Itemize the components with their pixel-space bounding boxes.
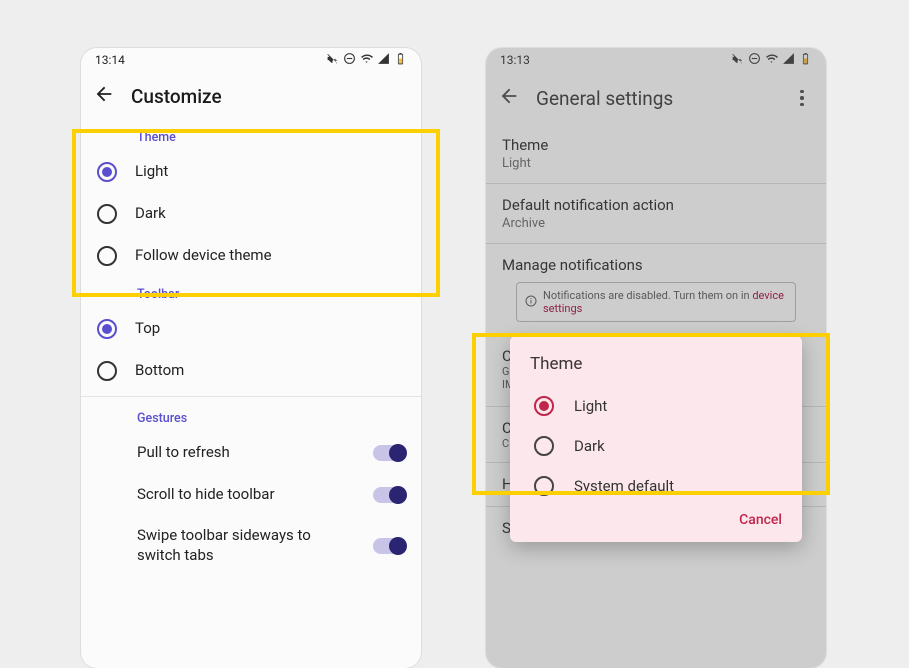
radio-icon [534,396,554,416]
radio-icon [97,361,117,381]
dialog-option-system[interactable]: System default [530,466,792,506]
radio-icon [97,162,117,182]
option-label: Top [135,319,405,339]
status-icons [326,52,407,68]
switch-pull-refresh[interactable]: Pull to refresh [81,432,421,474]
app-bar: Customize [81,72,421,120]
status-time: 13:14 [95,53,125,67]
dialog-actions: Cancel [530,506,792,532]
option-label: Light [574,397,607,415]
phone-customize: 13:14 Customize Theme [81,48,421,668]
theme-option-follow[interactable]: Follow device theme [81,235,421,277]
toolbar-option-top[interactable]: Top [81,308,421,350]
page-title: Customize [131,85,409,108]
option-label: Light [135,162,405,182]
option-label: Bottom [135,361,405,381]
dnd-icon [343,52,356,68]
phone-general-settings: 13:13 General settings Theme Light Defau… [486,48,826,668]
option-label: System default [574,477,674,495]
radio-icon [97,204,117,224]
theme-option-light[interactable]: Light [81,151,421,193]
section-header-gestures: Gestures [81,401,421,432]
mute-icon [326,52,339,68]
switch-toggle[interactable] [373,445,405,461]
wifi-icon [360,52,373,68]
section-header-toolbar: Toolbar [81,277,421,308]
radio-icon [97,246,117,266]
dialog-option-dark[interactable]: Dark [530,426,792,466]
radio-icon [534,436,554,456]
cancel-button[interactable]: Cancel [739,512,782,528]
dialog-title: Theme [530,354,792,374]
status-bar: 13:14 [81,48,421,72]
battery-icon [394,52,407,68]
switch-swipe-tabs[interactable]: Swipe toolbar sideways to switch tabs [81,516,421,575]
theme-option-dark[interactable]: Dark [81,193,421,235]
switch-label: Scroll to hide toolbar [137,485,355,505]
switch-label: Swipe toolbar sideways to switch tabs [137,526,355,565]
switch-toggle[interactable] [373,538,405,554]
option-label: Follow device theme [135,246,405,266]
theme-dialog: Theme Light Dark System default Cancel [510,336,802,542]
toolbar-option-bottom[interactable]: Bottom [81,350,421,392]
radio-icon [534,476,554,496]
option-label: Dark [135,204,405,224]
section-header-theme: Theme [81,120,421,151]
option-label: Dark [574,437,605,455]
back-icon[interactable] [93,83,115,109]
signal-icon [377,52,390,68]
switch-toggle[interactable] [373,487,405,503]
radio-icon [97,319,117,339]
switch-label: Pull to refresh [137,443,355,463]
dialog-option-light[interactable]: Light [530,386,792,426]
divider [81,396,421,397]
settings-list: Theme Light Dark Follow device theme Too… [81,120,421,575]
switch-scroll-hide[interactable]: Scroll to hide toolbar [81,474,421,516]
